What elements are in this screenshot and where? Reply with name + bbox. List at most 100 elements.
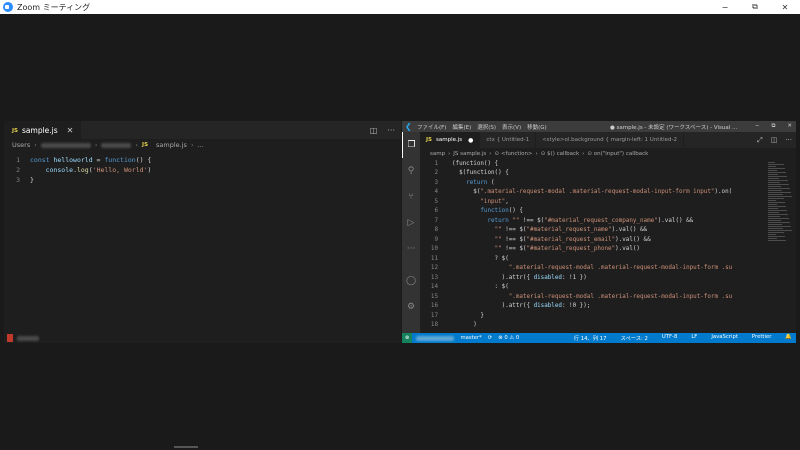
breadcrumb-item[interactable]: JS sample.js bbox=[453, 151, 486, 157]
vscode-tabbar: JS sample.js ● ctx { Untitled-1 <style>o… bbox=[420, 132, 796, 148]
minimap-line bbox=[768, 178, 780, 179]
split-editor-icon[interactable]: ◫ bbox=[771, 136, 778, 144]
code-line[interactable]: 14 : $( bbox=[420, 283, 770, 293]
notifications-bell-icon[interactable]: 🔔 bbox=[785, 334, 792, 342]
vscode-code-editor[interactable]: 1 (function() {2 $(function() {3 return (… bbox=[420, 159, 770, 330]
account-icon[interactable]: ◯ bbox=[402, 268, 420, 294]
breadcrumb-item[interactable]: ⊙ <function> bbox=[495, 151, 533, 157]
code-line[interactable]: 5 "input", bbox=[420, 197, 770, 207]
left-code-editor[interactable]: 1 const helloworld = function() {2 consol… bbox=[4, 155, 401, 185]
settings-gear-icon[interactable]: ⚙ bbox=[402, 294, 420, 320]
minimize-button[interactable]: − bbox=[710, 0, 740, 14]
breadcrumb-separator: › bbox=[535, 150, 538, 157]
sync-icon[interactable]: ⟳ bbox=[488, 335, 492, 341]
problems-indicator[interactable]: ⊗ 0 ⚠ 0 bbox=[498, 335, 519, 341]
line-number: 2 bbox=[434, 170, 438, 177]
code-text: return ( bbox=[466, 179, 495, 186]
code-line[interactable]: 11 ? $( bbox=[420, 254, 770, 264]
code-line[interactable]: 1 (function() { bbox=[420, 159, 770, 169]
code-line[interactable]: 12 ".material-request-modal .material-re… bbox=[420, 264, 770, 274]
minimap-line bbox=[768, 176, 787, 177]
line-number: 5 bbox=[434, 198, 438, 205]
code-line[interactable]: 9 "" !== $("#material_request_email").va… bbox=[420, 235, 770, 245]
zoom-window-title: Zoom ミーティング bbox=[17, 2, 91, 12]
code-text: ? $( bbox=[452, 255, 509, 262]
breadcrumb-item[interactable]: ⊙ on("input") callback bbox=[587, 151, 648, 157]
code-line[interactable]: 18 ) bbox=[420, 321, 770, 331]
breadcrumb-file[interactable]: sample.js bbox=[156, 141, 187, 149]
menu-edit[interactable]: 編集(E) bbox=[452, 123, 471, 131]
code-line[interactable]: 2 console.log('Hello, World') bbox=[4, 165, 401, 175]
redacted-name bbox=[416, 335, 455, 341]
restore-button[interactable]: ⧉ bbox=[740, 0, 770, 14]
code-line[interactable]: 6 function() { bbox=[420, 207, 770, 217]
formatter[interactable]: Prettier bbox=[752, 334, 771, 342]
vscode-window-controls: − ⧉ ✕ bbox=[755, 123, 792, 130]
code-text: ".material-request-modal .material-reque… bbox=[508, 265, 733, 272]
code-line[interactable]: 3 return ( bbox=[420, 178, 770, 188]
code-line[interactable]: 15 ".material-request-modal .material-re… bbox=[420, 292, 770, 302]
explorer-icon[interactable]: ❐ bbox=[402, 132, 420, 158]
code-line[interactable]: 10 "" !== $("#material_request_phone").v… bbox=[420, 245, 770, 255]
vscode-restore-button[interactable]: ⧉ bbox=[771, 123, 775, 130]
breadcrumb-separator: › bbox=[489, 150, 492, 157]
code-line[interactable]: 3} bbox=[4, 175, 401, 185]
code-line[interactable]: 7 return "" !== $("#material_request_com… bbox=[420, 216, 770, 226]
code-line[interactable]: 16 ).attr({ disabled: !0 }); bbox=[420, 302, 770, 312]
language-mode[interactable]: JavaScript bbox=[711, 334, 738, 342]
search-icon[interactable]: ⚲ bbox=[402, 158, 420, 184]
run-debug-icon[interactable]: ▷ bbox=[402, 210, 420, 236]
tab-label: ctx { Untitled-1 bbox=[486, 137, 530, 143]
end-of-line[interactable]: LF bbox=[691, 334, 697, 342]
more-actions-icon[interactable]: ··· bbox=[387, 126, 395, 135]
menu-file[interactable]: ファイル(F) bbox=[417, 123, 446, 131]
extensions-more-icon[interactable]: ··· bbox=[402, 236, 420, 262]
close-button[interactable]: ✕ bbox=[770, 0, 800, 14]
code-line[interactable]: 1 const helloworld = function() { bbox=[4, 155, 401, 165]
breadcrumb-root[interactable]: Users bbox=[12, 141, 30, 149]
vscode-logo-icon: ❮ bbox=[405, 121, 412, 131]
code-text: : $( bbox=[452, 284, 509, 291]
code-text: (function() { bbox=[452, 160, 499, 167]
line-number: 16 bbox=[430, 303, 438, 310]
close-icon[interactable]: ✕ bbox=[67, 126, 74, 135]
minimap-line bbox=[768, 228, 783, 229]
source-control-icon[interactable]: ⑂ bbox=[402, 184, 420, 210]
compare-icon[interactable]: ⤢ bbox=[757, 136, 763, 145]
minimap-line bbox=[768, 164, 785, 165]
left-tab-sample-js[interactable]: JS sample.js ✕ bbox=[4, 121, 82, 139]
menu-go[interactable]: 移動(G) bbox=[527, 123, 547, 131]
breadcrumb-more[interactable]: ... bbox=[198, 141, 204, 149]
tab-untitled-2[interactable]: <style>ol.background { margin-left: 1 Un… bbox=[536, 132, 685, 148]
unsaved-dot-icon: ● bbox=[468, 136, 474, 144]
more-actions-icon[interactable]: ··· bbox=[785, 136, 792, 144]
minimap[interactable] bbox=[768, 161, 792, 251]
vscode-close-button[interactable]: ✕ bbox=[787, 123, 792, 130]
menu-view[interactable]: 表示(V) bbox=[502, 123, 521, 131]
cursor-position[interactable]: 行 14、列 17 bbox=[574, 334, 607, 342]
minimap-line bbox=[768, 166, 777, 167]
code-line[interactable]: 13 ).attr({ disabled: !1 }) bbox=[420, 273, 770, 283]
line-number: 1 bbox=[16, 156, 20, 164]
tab-untitled-1[interactable]: ctx { Untitled-1 bbox=[480, 132, 537, 148]
left-tabbar: JS sample.js ✕ ◫ ··· bbox=[4, 121, 401, 139]
code-text: "" !== $("#material_request_name").val()… bbox=[494, 227, 648, 234]
code-line[interactable]: 17 } bbox=[420, 311, 770, 321]
tab-sample-js[interactable]: JS sample.js ● bbox=[420, 132, 481, 148]
vscode-minimize-button[interactable]: − bbox=[755, 123, 760, 130]
code-line[interactable]: 2 $(function() { bbox=[420, 169, 770, 179]
breadcrumb-item[interactable]: ⊙ $() callback bbox=[541, 151, 579, 157]
vscode-menubar: ファイル(F) 編集(E) 選択(S) 表示(V) 移動(G) bbox=[417, 123, 547, 131]
zoom-logo-icon bbox=[3, 2, 13, 12]
breadcrumb-item[interactable]: samp bbox=[430, 151, 445, 157]
code-line[interactable]: 8 "" !== $("#material_request_name").val… bbox=[420, 226, 770, 236]
code-line[interactable]: 4 $(".material-request-modal .material-r… bbox=[420, 188, 770, 198]
menu-selection[interactable]: 選択(S) bbox=[477, 123, 496, 131]
encoding[interactable]: UTF-8 bbox=[662, 334, 677, 342]
indentation[interactable]: スペース: 2 bbox=[621, 334, 648, 342]
git-branch[interactable]: master* bbox=[460, 335, 481, 341]
line-number: 15 bbox=[430, 293, 438, 300]
split-editor-icon[interactable]: ◫ bbox=[370, 126, 378, 135]
remote-indicator[interactable]: ⊗ bbox=[402, 333, 413, 343]
line-number: 10 bbox=[430, 246, 438, 253]
